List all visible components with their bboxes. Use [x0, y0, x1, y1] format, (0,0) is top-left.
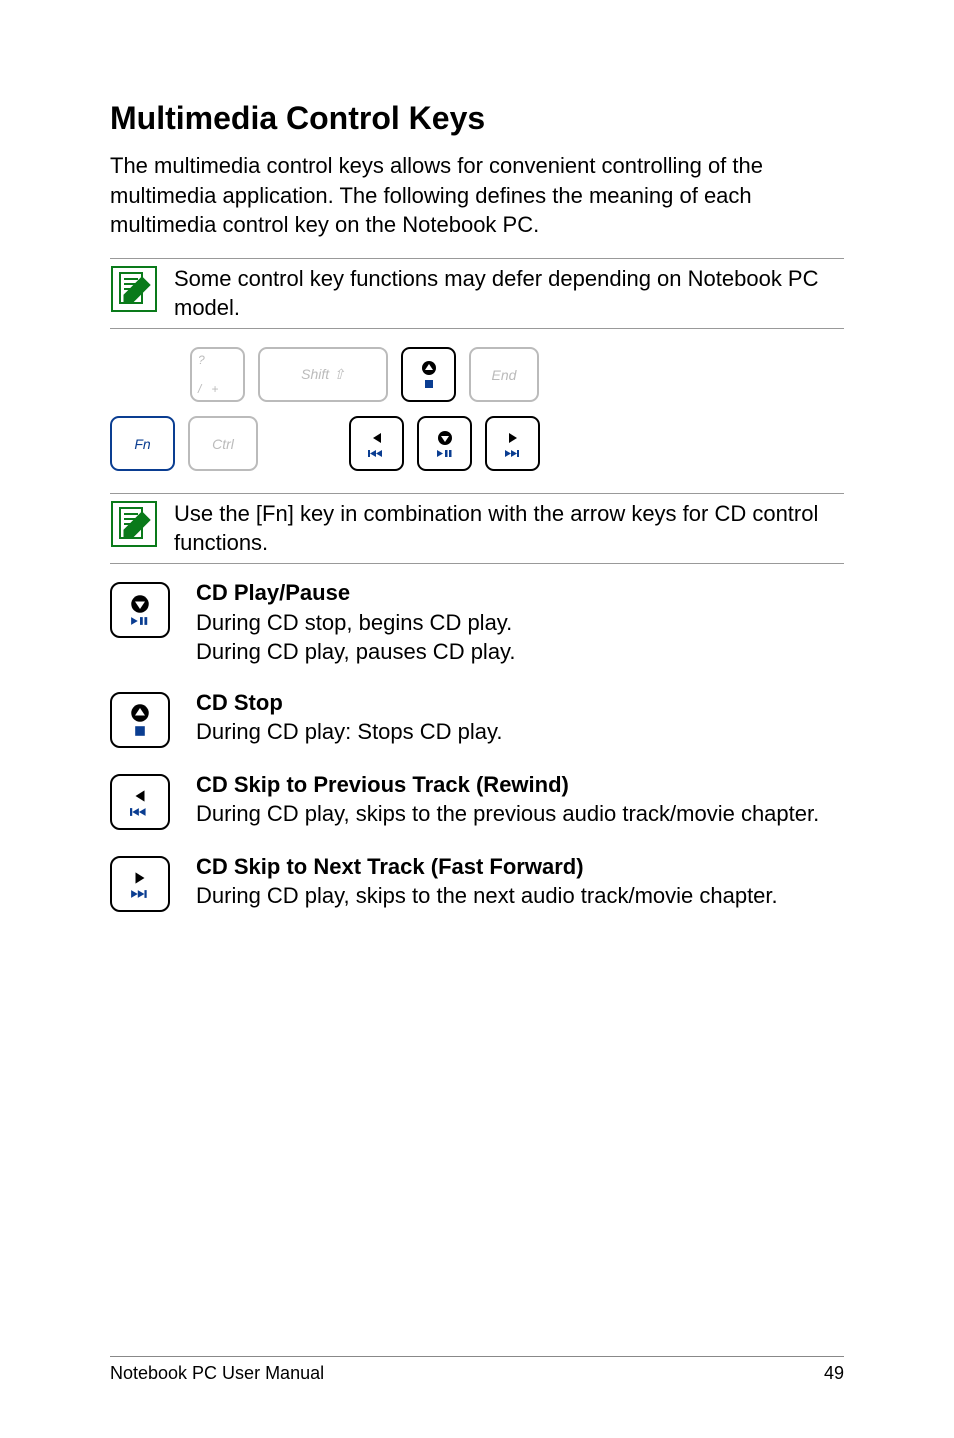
key-shift: Shift ⇧ [258, 347, 388, 402]
page-footer: Notebook PC User Manual 49 [110, 1356, 844, 1384]
def-prev-line1: During CD play, skips to the previous au… [196, 801, 819, 826]
def-stop-line1: During CD play: Stops CD play. [196, 719, 503, 744]
key-fn-label: Fn [134, 436, 150, 452]
key-ctrl-label: Ctrl [212, 436, 234, 452]
def-play-line2: During CD play, pauses CD play. [196, 639, 516, 664]
skip-next-icon [504, 449, 522, 458]
arrow-down-icon [437, 430, 453, 446]
play-pause-icon [436, 449, 454, 458]
key-end-label: End [492, 367, 517, 383]
def-next-line1: During CD play, skips to the next audio … [196, 883, 778, 908]
note-box-1: Some control key functions may defer dep… [110, 258, 844, 329]
key-arrow-right [485, 416, 540, 471]
key-question-top: ? [198, 353, 205, 367]
intro-paragraph: The multimedia control keys allows for c… [110, 151, 844, 240]
def-prev-title: CD Skip to Previous Track (Rewind) [196, 772, 569, 797]
key-arrow-up [401, 347, 456, 402]
arrow-left-icon [131, 787, 149, 805]
def-stop: CD Stop During CD play: Stops CD play. [110, 688, 844, 748]
keyboard-illustration: ? / + Shift ⇧ End Fn Ctrl [110, 347, 844, 471]
stop-icon [424, 379, 434, 389]
arrow-right-icon [505, 430, 521, 446]
def-play-pause: CD Play/Pause During CD stop, begins CD … [110, 578, 844, 666]
key-arrow-down [417, 416, 472, 471]
skip-prev-icon [368, 449, 386, 458]
page-title: Multimedia Control Keys [110, 100, 844, 137]
arrow-down-icon [130, 594, 150, 614]
note-text-1: Some control key functions may defer dep… [174, 265, 844, 322]
def-key-next [110, 856, 170, 912]
def-next: CD Skip to Next Track (Fast Forward) Dur… [110, 852, 844, 912]
arrow-up-icon [130, 703, 150, 723]
def-play-title: CD Play/Pause [196, 580, 350, 605]
key-question: ? / + [190, 347, 245, 402]
arrow-up-icon [421, 360, 437, 376]
key-arrow-left [349, 416, 404, 471]
key-ctrl: Ctrl [188, 416, 258, 471]
def-prev: CD Skip to Previous Track (Rewind) Durin… [110, 770, 844, 830]
def-next-title: CD Skip to Next Track (Fast Forward) [196, 854, 584, 879]
key-shift-label: Shift ⇧ [301, 366, 345, 383]
footer-page-number: 49 [824, 1363, 844, 1384]
def-key-stop [110, 692, 170, 748]
note-icon [110, 500, 158, 548]
def-key-prev [110, 774, 170, 830]
key-question-bottom: / + [198, 382, 218, 396]
key-end: End [469, 347, 539, 402]
note-box-2: Use the [Fn] key in combination with the… [110, 493, 844, 564]
note-icon [110, 265, 158, 313]
skip-next-icon [130, 889, 150, 899]
def-stop-title: CD Stop [196, 690, 283, 715]
definitions-list: CD Play/Pause During CD stop, begins CD … [110, 578, 844, 912]
arrow-left-icon [369, 430, 385, 446]
def-play-line1: During CD stop, begins CD play. [196, 610, 512, 635]
skip-prev-icon [130, 807, 150, 817]
key-fn: Fn [110, 416, 175, 471]
footer-manual-title: Notebook PC User Manual [110, 1363, 324, 1384]
arrow-right-icon [131, 869, 149, 887]
play-pause-icon [130, 616, 150, 626]
stop-icon [134, 725, 146, 737]
note-text-2: Use the [Fn] key in combination with the… [174, 500, 844, 557]
def-key-play [110, 582, 170, 638]
